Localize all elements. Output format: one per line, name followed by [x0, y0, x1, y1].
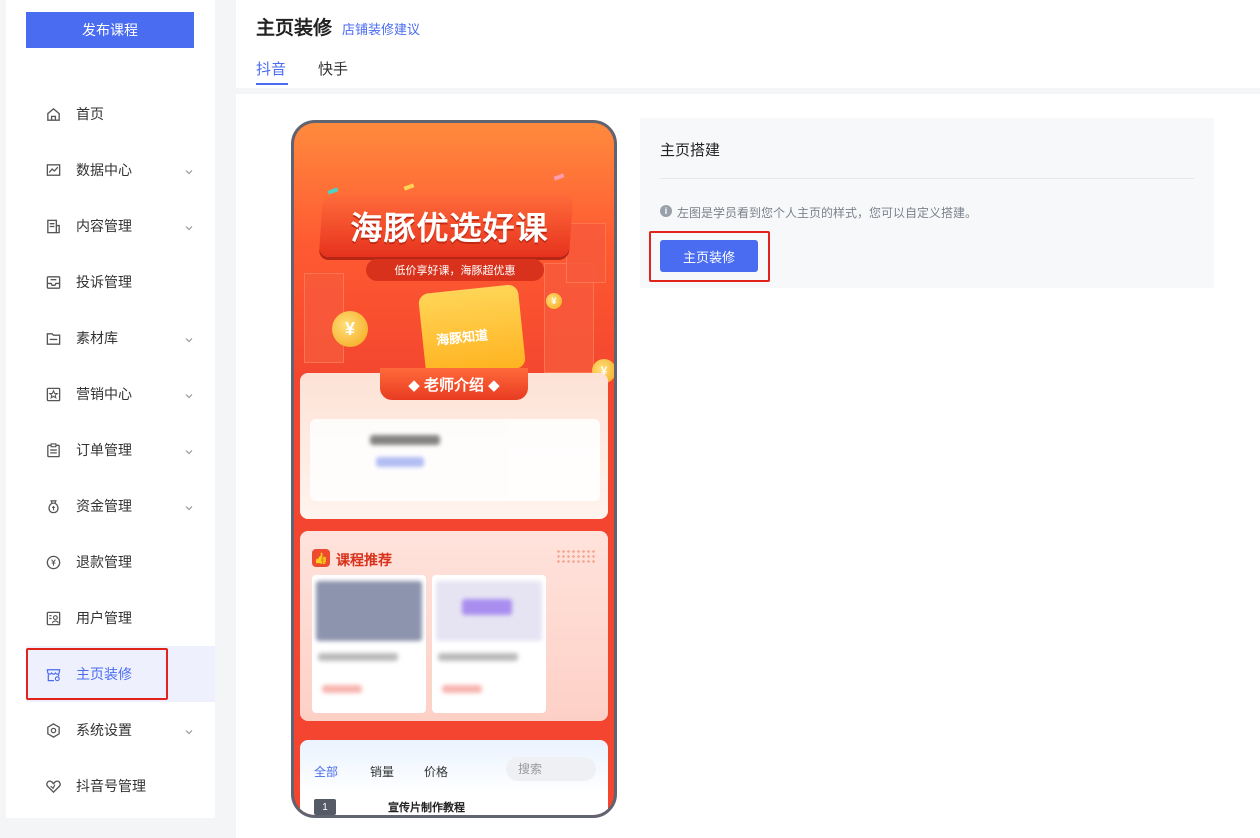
chevron-down-icon — [184, 332, 194, 343]
course-recommend-title: 课程推荐 — [336, 552, 392, 568]
clipboard-icon — [44, 441, 62, 459]
sidebar-item-label: 素材库 — [76, 330, 118, 346]
sidebar-item-label: 营销中心 — [76, 386, 132, 402]
coin-icon: ¥ — [546, 293, 562, 309]
chevron-down-icon — [184, 500, 194, 511]
confetti-decor — [403, 183, 415, 191]
filter-tab-sales[interactable]: 销量 — [370, 763, 394, 780]
sidebar-item-13[interactable]: 抖音号管理 — [6, 758, 215, 814]
sidebar-item-9[interactable]: 退款管理 — [6, 534, 215, 590]
teacher-info-placeholder — [310, 419, 600, 501]
blurred-text — [442, 685, 482, 693]
sidebar-nav: 首页数据中心内容管理投诉管理素材库营销中心订单管理资金管理退款管理用户管理主页装… — [6, 86, 215, 814]
chevron-down-icon — [184, 388, 194, 399]
blurred-text — [322, 685, 362, 693]
chevron-down-icon — [184, 444, 194, 455]
hero-subtitle: 低价享好课，海豚超优惠 — [394, 265, 516, 277]
sidebar-item-label: 数据中心 — [76, 162, 132, 178]
homepage-build-panel: 主页搭建 i 左图是学员看到您个人主页的样式，您可以自定义搭建。 主页装修 — [640, 118, 1214, 288]
teacher-intro-title: ◆ 老师介绍 ◆ — [408, 377, 500, 394]
sidebar-item-6[interactable]: 营销中心 — [6, 366, 215, 422]
sidebar-item-7[interactable]: 订单管理 — [6, 422, 215, 478]
folder-icon — [44, 329, 62, 347]
inbox-icon — [44, 273, 62, 291]
user-icon — [44, 609, 62, 627]
homepage-preview-phone: 海豚优选好课 低价享好课，海豚超优惠 ¥ ¥ ¥ 海豚知道 ◆ 老师介绍 ◆ 👍… — [291, 120, 617, 818]
course-thumbnail[interactable] — [432, 575, 546, 713]
hero-title: 海豚优选好课 — [350, 210, 549, 246]
sidebar-item-5[interactable]: 素材库 — [6, 310, 215, 366]
sidebar-item-label: 订单管理 — [76, 442, 132, 458]
sidebar: 发布课程 首页数据中心内容管理投诉管理素材库营销中心订单管理资金管理退款管理用户… — [6, 0, 215, 818]
blurred-text — [376, 457, 424, 467]
sidebar-item-8[interactable]: 资金管理 — [6, 478, 215, 534]
refund-icon — [44, 553, 62, 571]
document-icon — [44, 217, 62, 235]
course-search-input[interactable]: 搜索 — [506, 757, 596, 781]
divider — [660, 178, 1194, 179]
teacher-intro-label: 老师介绍 — [423, 377, 484, 394]
publish-course-button[interactable]: 发布课程 — [26, 12, 194, 48]
hero-banner: 海豚优选好课 低价享好课，海豚超优惠 ¥ ¥ ¥ 海豚知道 — [294, 123, 614, 383]
panel-tip: 左图是学员看到您个人主页的样式，您可以自定义搭建。 — [677, 206, 978, 220]
coin-icon: ¥ — [332, 311, 368, 347]
sidebar-item-label: 资金管理 — [76, 498, 132, 514]
money-bag-icon — [44, 497, 62, 515]
confetti-decor — [553, 173, 565, 181]
thumbs-up-icon: 👍 — [312, 549, 330, 567]
filter-tab-price[interactable]: 价格 — [424, 763, 448, 780]
info-icon: i — [660, 205, 672, 217]
panel-title: 主页搭建 — [660, 142, 721, 159]
sidebar-item-3[interactable]: 内容管理 — [6, 198, 215, 254]
chevron-down-icon — [184, 724, 194, 735]
sidebar-item-1[interactable]: 首页 — [6, 86, 215, 142]
sidebar-item-label: 内容管理 — [76, 218, 132, 234]
homepage-decorate-button[interactable]: 主页装修 — [660, 240, 758, 272]
chevron-down-icon — [184, 220, 194, 231]
blurred-image — [462, 599, 512, 615]
rank-badge: 1 — [314, 799, 336, 815]
confetti-decor — [327, 187, 339, 195]
building-decor — [566, 223, 606, 283]
tab-douyin[interactable]: 抖音 — [256, 58, 286, 79]
sidebar-item-label: 用户管理 — [76, 610, 132, 626]
sidebar-item-label: 退款管理 — [76, 554, 132, 570]
course-title[interactable]: 宣传片制作教程 — [388, 799, 465, 815]
sidebar-item-label: 系统设置 — [76, 722, 132, 738]
sidebar-item-label: 抖音号管理 — [76, 778, 146, 794]
filter-tab-all[interactable]: 全部 — [314, 763, 338, 780]
sidebar-item-12[interactable]: 系统设置 — [6, 702, 215, 758]
active-tab-indicator — [256, 83, 288, 85]
star-icon — [44, 385, 62, 403]
sidebar-item-label: 主页装修 — [76, 666, 132, 682]
blurred-text — [370, 435, 440, 445]
sidebar-item-label: 首页 — [76, 106, 104, 122]
sidebar-item-10[interactable]: 用户管理 — [6, 590, 215, 646]
dot-pattern-decor — [556, 549, 596, 565]
sidebar-item-11[interactable]: 主页装修 — [26, 646, 215, 702]
store-decor-advice-link[interactable]: 店铺装修建议 — [342, 19, 420, 38]
chevron-down-icon — [184, 164, 194, 175]
page-header: 主页装修 店铺装修建议 抖音 快手 — [236, 0, 1260, 88]
heart-icon — [44, 777, 62, 795]
sidebar-item-2[interactable]: 数据中心 — [6, 142, 215, 198]
blurred-text — [318, 653, 398, 661]
home-icon — [44, 105, 62, 123]
settings-icon — [44, 721, 62, 739]
chart-icon — [44, 161, 62, 179]
blurred-image — [316, 581, 422, 641]
sidebar-item-label: 投诉管理 — [76, 274, 132, 290]
sidebar-item-4[interactable]: 投诉管理 — [6, 254, 215, 310]
storefront-icon — [44, 665, 62, 683]
course-thumbnail[interactable] — [312, 575, 426, 713]
blurred-text — [438, 653, 518, 661]
tab-kuaishou[interactable]: 快手 — [318, 58, 348, 79]
page-title: 主页装修 — [256, 18, 333, 39]
